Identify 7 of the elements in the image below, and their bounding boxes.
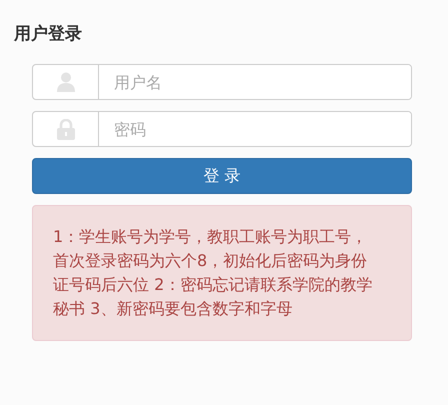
login-button[interactable]: 登 录 — [32, 158, 412, 194]
input-field[interactable]: 用户名 — [32, 64, 412, 100]
user-icon — [56, 72, 74, 92]
input-field[interactable]: 密码 — [32, 111, 412, 147]
notice-alert: 1：学生账号为学号，教职工账号为职工号，首次登录密码为六个8，初始化后密码为身份证号码后六位 2：密码忘记请联系学院的教学秘书 3、新密码要包含数字和字母 — [32, 205, 412, 341]
lock-icon — [56, 118, 74, 140]
page-title: 用户登录 — [14, 23, 83, 46]
